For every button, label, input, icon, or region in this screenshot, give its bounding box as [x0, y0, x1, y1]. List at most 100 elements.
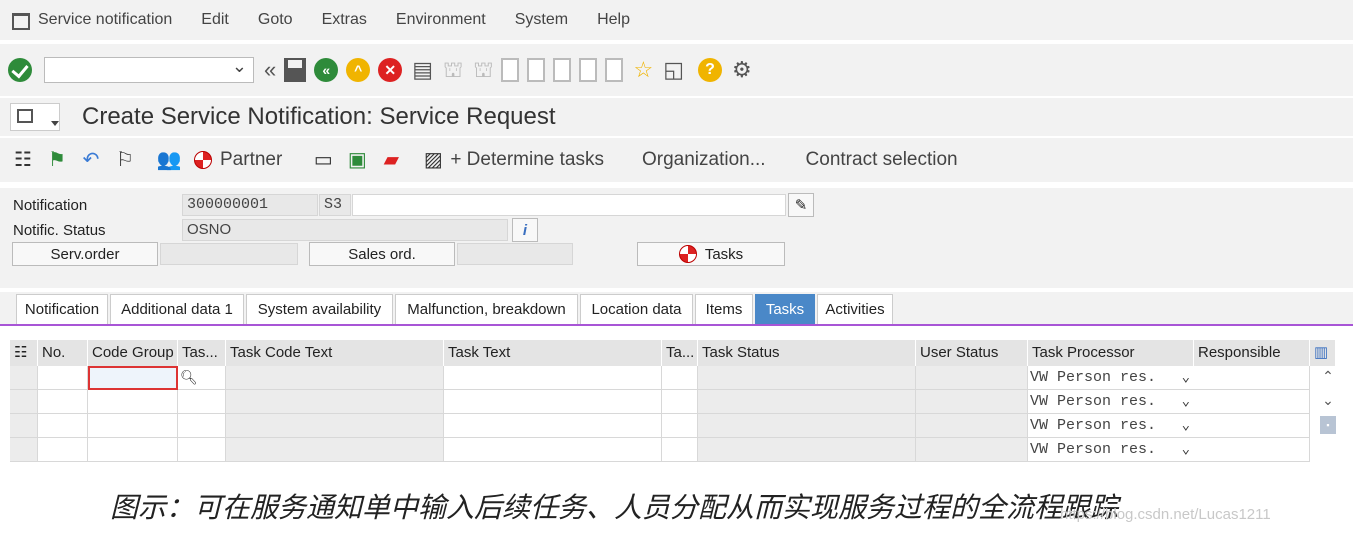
notification-description-field[interactable] [352, 194, 786, 216]
task-processor-dropdown[interactable]: VW Person res. ⌄ [1028, 438, 1194, 462]
previous-page-icon[interactable] [527, 58, 546, 82]
exit-icon[interactable]: ^ [346, 58, 371, 82]
menu-edit[interactable]: Edit [201, 11, 229, 29]
back-icon[interactable]: « [314, 58, 339, 82]
cell-task-code[interactable] [178, 414, 226, 438]
last-page-icon[interactable] [579, 58, 598, 82]
row-selector[interactable] [10, 366, 38, 390]
notification-type-field[interactable]: S3 [319, 194, 351, 216]
tab-activities[interactable]: Activities [817, 294, 893, 324]
code-group-input[interactable] [88, 366, 178, 390]
first-page-icon[interactable] [501, 58, 520, 82]
row-selector[interactable] [10, 390, 38, 414]
column-task-code[interactable]: Tas... [178, 340, 226, 366]
cell-code-group[interactable] [88, 438, 178, 462]
partner-icon[interactable] [192, 149, 214, 171]
cell-code-group[interactable] [88, 390, 178, 414]
status-info-icon[interactable]: i [512, 218, 538, 242]
menu-help[interactable]: Help [597, 11, 630, 29]
column-code-group[interactable]: Code Group [88, 340, 178, 366]
tab-notification[interactable]: Notification [16, 294, 108, 324]
tab-system-availability[interactable]: System availability [246, 294, 393, 324]
task-processor-dropdown[interactable]: VW Person res. ⌄ [1028, 390, 1194, 414]
tab-malfunction-breakdown[interactable]: Malfunction, breakdown [395, 294, 578, 324]
row-selector[interactable] [10, 414, 38, 438]
column-settings-icon[interactable]: ▥ [1310, 340, 1336, 366]
menu-icon[interactable] [12, 13, 30, 30]
save-icon[interactable] [284, 58, 307, 82]
menu-extras[interactable]: Extras [322, 11, 367, 29]
truck-icon[interactable]: ▰ [380, 149, 402, 171]
column-task-text[interactable]: Task Text [444, 340, 662, 366]
create-session-icon[interactable] [605, 58, 624, 82]
tab-tasks[interactable]: Tasks [755, 294, 815, 324]
cell-task-short[interactable] [662, 366, 698, 390]
command-field[interactable] [44, 56, 254, 83]
tab-items[interactable]: Items [695, 294, 753, 324]
column-task-short[interactable]: Ta... [662, 340, 698, 366]
notification-number-field[interactable]: 300000001 [182, 194, 318, 216]
tasks-header-button[interactable]: Tasks [637, 242, 785, 266]
long-text-edit-icon[interactable]: ✎ [788, 193, 814, 217]
tab-additional-data-1[interactable]: Additional data 1 [110, 294, 244, 324]
next-page-icon[interactable] [553, 58, 572, 82]
scrollbar-thumb[interactable]: ▪ [1320, 416, 1336, 434]
column-task-code-text[interactable]: Task Code Text [226, 340, 444, 366]
menu-goto[interactable]: Goto [258, 11, 293, 29]
contract-selection-button[interactable]: Contract selection [806, 149, 958, 171]
bookmark-star-icon[interactable]: ☆ [633, 59, 653, 81]
cell-code-group[interactable] [88, 414, 178, 438]
notification-list-icon[interactable]: ☷ [12, 149, 34, 171]
tab-location-data[interactable]: Location data [580, 294, 693, 324]
help-icon[interactable]: ? [698, 58, 723, 82]
search-help-icon[interactable]: 🔍︎ [178, 366, 226, 390]
back-arrows-icon[interactable]: « [264, 59, 276, 81]
cell-responsible[interactable] [1194, 414, 1310, 438]
sales-order-button[interactable]: Sales ord. [309, 242, 455, 266]
menu-system[interactable]: System [515, 11, 568, 29]
cell-task-short[interactable] [662, 414, 698, 438]
select-all-icon[interactable]: ☷ [10, 340, 38, 366]
cell-task-short[interactable] [662, 438, 698, 462]
checkered-flag-icon[interactable]: ⚐ [114, 149, 136, 171]
scroll-up-icon[interactable]: ⌃ [1320, 368, 1336, 385]
shortcut-icon[interactable]: ◱ [663, 59, 684, 81]
organization-button[interactable]: Organization... [642, 149, 766, 171]
flag-icon[interactable]: ⚑ [46, 149, 68, 171]
menu-service-notification[interactable]: Service notification [38, 11, 172, 29]
form-icon[interactable]: ▭ [312, 149, 334, 171]
cell-task-text[interactable] [444, 366, 662, 390]
column-responsible[interactable]: Responsible [1194, 340, 1310, 366]
column-user-status[interactable]: User Status [916, 340, 1028, 366]
column-task-processor[interactable]: Task Processor [1028, 340, 1194, 366]
undo-icon[interactable]: ↶ [80, 149, 102, 171]
serv-order-button[interactable]: Serv.order [12, 242, 158, 266]
scroll-down-icon[interactable]: ⌄ [1320, 392, 1336, 409]
enter-checkmark-icon[interactable] [8, 58, 32, 82]
cell-responsible[interactable] [1194, 366, 1310, 390]
cell-task-text[interactable] [444, 414, 662, 438]
cell-task-text[interactable] [444, 390, 662, 414]
cancel-icon[interactable]: ✕ [378, 58, 403, 82]
save-tasks-icon[interactable]: ▨ [422, 149, 444, 171]
menu-environment[interactable]: Environment [396, 11, 486, 29]
column-no[interactable]: No. [38, 340, 88, 366]
row-selector[interactable] [10, 438, 38, 462]
assign-person-icon[interactable]: ▣ [346, 149, 368, 171]
cell-responsible[interactable] [1194, 390, 1310, 414]
cell-task-text[interactable] [444, 438, 662, 462]
determine-tasks-button[interactable]: + Determine tasks [450, 149, 604, 171]
persons-icon[interactable]: 👥 [157, 149, 182, 171]
print-icon[interactable]: ▤ [412, 59, 433, 81]
cell-task-code[interactable] [178, 438, 226, 462]
cell-task-code[interactable] [178, 390, 226, 414]
cell-task-short[interactable] [662, 390, 698, 414]
find-next-icon[interactable]: ⛫ [473, 59, 493, 81]
task-processor-dropdown[interactable]: VW Person res. ⌄ [1028, 366, 1194, 390]
session-menu-button[interactable] [10, 103, 60, 131]
column-task-status[interactable]: Task Status [698, 340, 916, 366]
partner-button[interactable]: Partner [220, 149, 282, 171]
cell-responsible[interactable] [1194, 438, 1310, 462]
settings-gear-icon[interactable]: ⚙ [732, 59, 752, 81]
find-icon[interactable]: ⛫ [443, 59, 463, 81]
